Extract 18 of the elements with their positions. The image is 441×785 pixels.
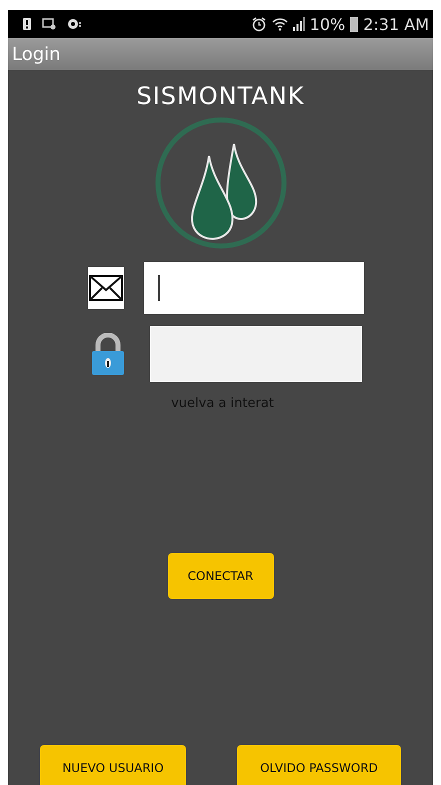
wifi-icon xyxy=(272,16,288,32)
app-title: SISMONTANK xyxy=(136,82,304,110)
screenshot-icon xyxy=(42,18,56,30)
email-input[interactable] xyxy=(144,262,364,314)
action-button[interactable]: NUEVO USUARIO xyxy=(40,745,186,785)
clock-time: 2:31 AM xyxy=(363,14,429,34)
screen-title: Login xyxy=(12,44,61,64)
envelope-icon xyxy=(88,267,124,309)
signal-icon xyxy=(292,17,305,31)
password-input[interactable] xyxy=(150,326,362,382)
battery-percent: 10% xyxy=(310,14,346,34)
battery-icon xyxy=(350,16,358,32)
alarm-icon xyxy=(250,16,267,32)
padlock-icon xyxy=(90,333,126,375)
action-button[interactable]: OLVIDO PASSWORD xyxy=(237,745,401,785)
connect-button[interactable]: CONECTAR xyxy=(168,553,274,599)
water-drops-logo-icon xyxy=(154,116,288,250)
alert-icon xyxy=(22,17,32,31)
